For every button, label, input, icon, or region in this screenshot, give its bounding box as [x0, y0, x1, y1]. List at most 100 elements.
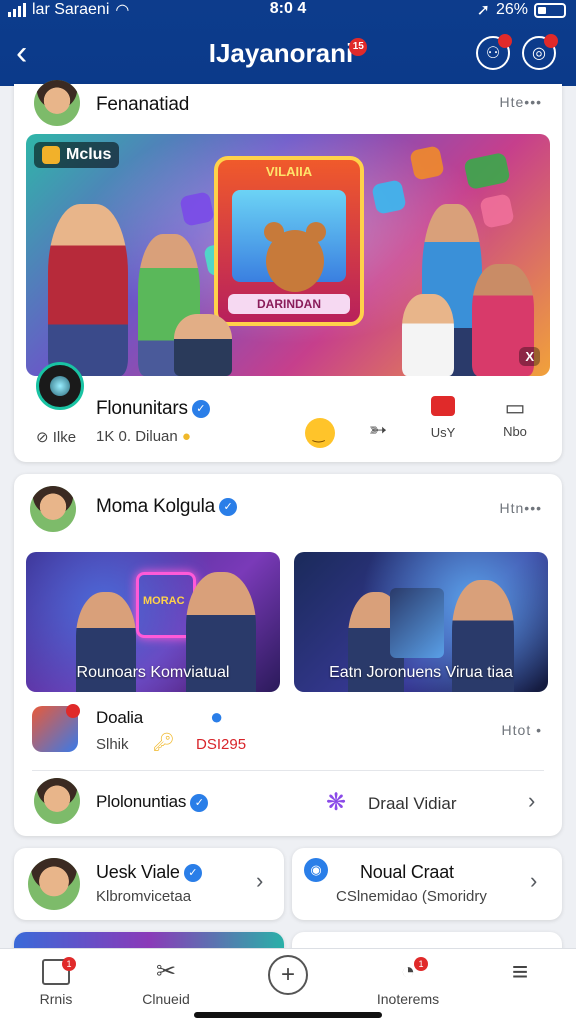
balloons-icon: ❋: [326, 789, 347, 816]
tab-badge: 1: [414, 957, 428, 971]
row-title[interactable]: Doalia: [96, 708, 143, 728]
save-label: Nbo: [503, 424, 527, 439]
chevron-right-icon[interactable]: ›: [530, 868, 537, 894]
more-options-button[interactable]: Hte•••: [500, 94, 543, 110]
share-icon: ➳: [368, 417, 388, 442]
avatar[interactable]: [34, 80, 80, 126]
home-indicator: [194, 1012, 382, 1018]
verified-icon: ✓: [183, 864, 202, 883]
hero-image[interactable]: VILAIIA DARINDAN Mclus X: [26, 134, 550, 376]
post-card-1: Fenanatiad Hte••• VILAIIA DARINDAN Mclus…: [14, 80, 562, 462]
battery-icon: [534, 2, 566, 18]
app-icon: [463, 151, 511, 191]
tab-home[interactable]: 1 Rrnis: [8, 957, 104, 1007]
row-title-text: Plolonuntias: [96, 792, 187, 811]
hero-tag-text: Mclus: [66, 146, 112, 163]
group-badge: [498, 34, 512, 48]
reaction-icon: ●: [181, 428, 191, 445]
suggestion-subtitle: Klbromvicetaa: [96, 888, 192, 905]
suggestion-subtitle: CSlnemidao (Smoridry: [336, 888, 487, 905]
key-icon: 🔑︎: [152, 732, 175, 752]
header: ‹ IJayanorani15 ⚇ ◎: [0, 26, 576, 82]
add-icon: +: [268, 955, 308, 995]
comment-button[interactable]: UsY: [418, 396, 468, 440]
post-author[interactable]: Moma Kolgula ✓: [96, 496, 238, 518]
react-button[interactable]: [302, 418, 338, 451]
like-link[interactable]: ⊘ Ilke: [36, 428, 76, 446]
screen-device: [390, 588, 444, 658]
smile-icon: [305, 418, 335, 448]
page-avatar-icon[interactable]: [36, 362, 84, 410]
avatar: [28, 858, 80, 910]
row-subtitle: Slhik: [96, 736, 129, 753]
avatar[interactable]: [30, 486, 76, 532]
like-label: Ilke: [52, 429, 77, 446]
tab-cloud[interactable]: ✂ Clnueid: [118, 958, 214, 1008]
verified-icon: ✓: [219, 497, 238, 516]
post-card-2: Moma Kolgula ✓ Htn••• MORAC Rounoars Komv…: [14, 474, 562, 836]
chat-bubble-icon[interactable]: ●: [210, 704, 223, 730]
page-name-text: Flonunitars: [96, 398, 188, 419]
battery-percent: 26%: [495, 1, 528, 18]
tab-menu[interactable]: ≡: [472, 956, 568, 991]
video-thumbnail-2[interactable]: Eatn Joronuens Virua tiaa: [294, 552, 548, 692]
tab-interests[interactable]: ◔ 1 Inoterems: [360, 957, 456, 1007]
title-badge: 15: [349, 38, 368, 56]
verified-icon: ✓: [191, 399, 210, 418]
video-caption: Eatn Joronuens Virua tiaa: [329, 664, 513, 681]
person-figure: [48, 204, 128, 376]
menu-icon: ≡: [511, 956, 529, 987]
row-more-button[interactable]: Htot •: [502, 722, 542, 738]
post-meta: 1K 0. Diluan ●: [96, 428, 191, 445]
bookmark-icon: ▭: [504, 395, 526, 420]
expand-icon[interactable]: X: [519, 347, 540, 366]
arcade-stage: VILAIIA DARINDAN: [214, 156, 364, 326]
app-icon: [179, 191, 215, 227]
post-author-text: Moma Kolgula: [96, 496, 216, 517]
stage-sign-top: VILAIIA: [265, 164, 313, 179]
post-meta-text: 1K 0. Diluan: [96, 428, 178, 445]
notification-badge: [66, 704, 80, 718]
tab-create[interactable]: +: [240, 955, 336, 1001]
tag-icon: [42, 146, 60, 164]
stage-screen: [232, 190, 346, 292]
music-icon: [479, 193, 515, 229]
more-options-button[interactable]: Htn•••: [500, 500, 543, 516]
share-button[interactable]: ➳: [358, 418, 398, 446]
chevron-right-icon[interactable]: ›: [528, 788, 535, 814]
page-name[interactable]: Flonunitars ✓: [96, 398, 210, 420]
suggestion-card-2[interactable]: ◉ Noual Craat CSlnemidao (Smoridry ›: [292, 848, 562, 920]
suggestion-card-1[interactable]: Uesk Viale ✓ Klbromvicetaa ›: [14, 848, 284, 920]
person-figure: [174, 314, 232, 376]
app-icon: [409, 145, 445, 181]
globe-icon: ◉: [304, 858, 328, 882]
messenger-icon[interactable]: ◎: [522, 34, 558, 70]
tab-label: Rrnis: [39, 991, 73, 1007]
video-caption: Rounoars Komviatual: [76, 664, 230, 681]
video-thumbnail-1[interactable]: MORAC Rounoars Komviatual: [26, 552, 280, 692]
tab-label: Inoterems: [376, 991, 440, 1007]
suggestion-title: Uesk Viale ✓: [96, 862, 202, 883]
post-author[interactable]: Fenanatiad: [96, 94, 189, 116]
stage-sign-bottom: DARINDAN: [228, 294, 350, 314]
tab-badge: 1: [62, 957, 76, 971]
person-figure: [402, 294, 454, 376]
row-count: DSI295: [196, 736, 247, 753]
row-title[interactable]: Plolonuntias ✓: [96, 792, 209, 812]
avatar[interactable]: [34, 778, 80, 824]
comment-icon: [418, 396, 468, 421]
app-icon: [371, 179, 407, 215]
messenger-badge: [544, 34, 558, 48]
bear-mascot: [264, 222, 326, 292]
location-icon: ➚: [476, 2, 490, 19]
row-action[interactable]: Draal Vidiar: [368, 794, 457, 814]
comment-label: UsY: [430, 425, 456, 440]
hero-tag: Mclus: [34, 142, 120, 168]
tools-icon: ✂: [155, 958, 177, 985]
page-title-text: IJayanorani: [208, 38, 354, 68]
group-icon[interactable]: ⚇: [476, 34, 512, 70]
suggestion-title: Noual Craat: [360, 862, 454, 882]
save-button[interactable]: ▭ Nbo: [490, 395, 540, 440]
tab-label: Clnueid: [142, 991, 190, 1007]
chevron-right-icon[interactable]: ›: [256, 868, 263, 894]
